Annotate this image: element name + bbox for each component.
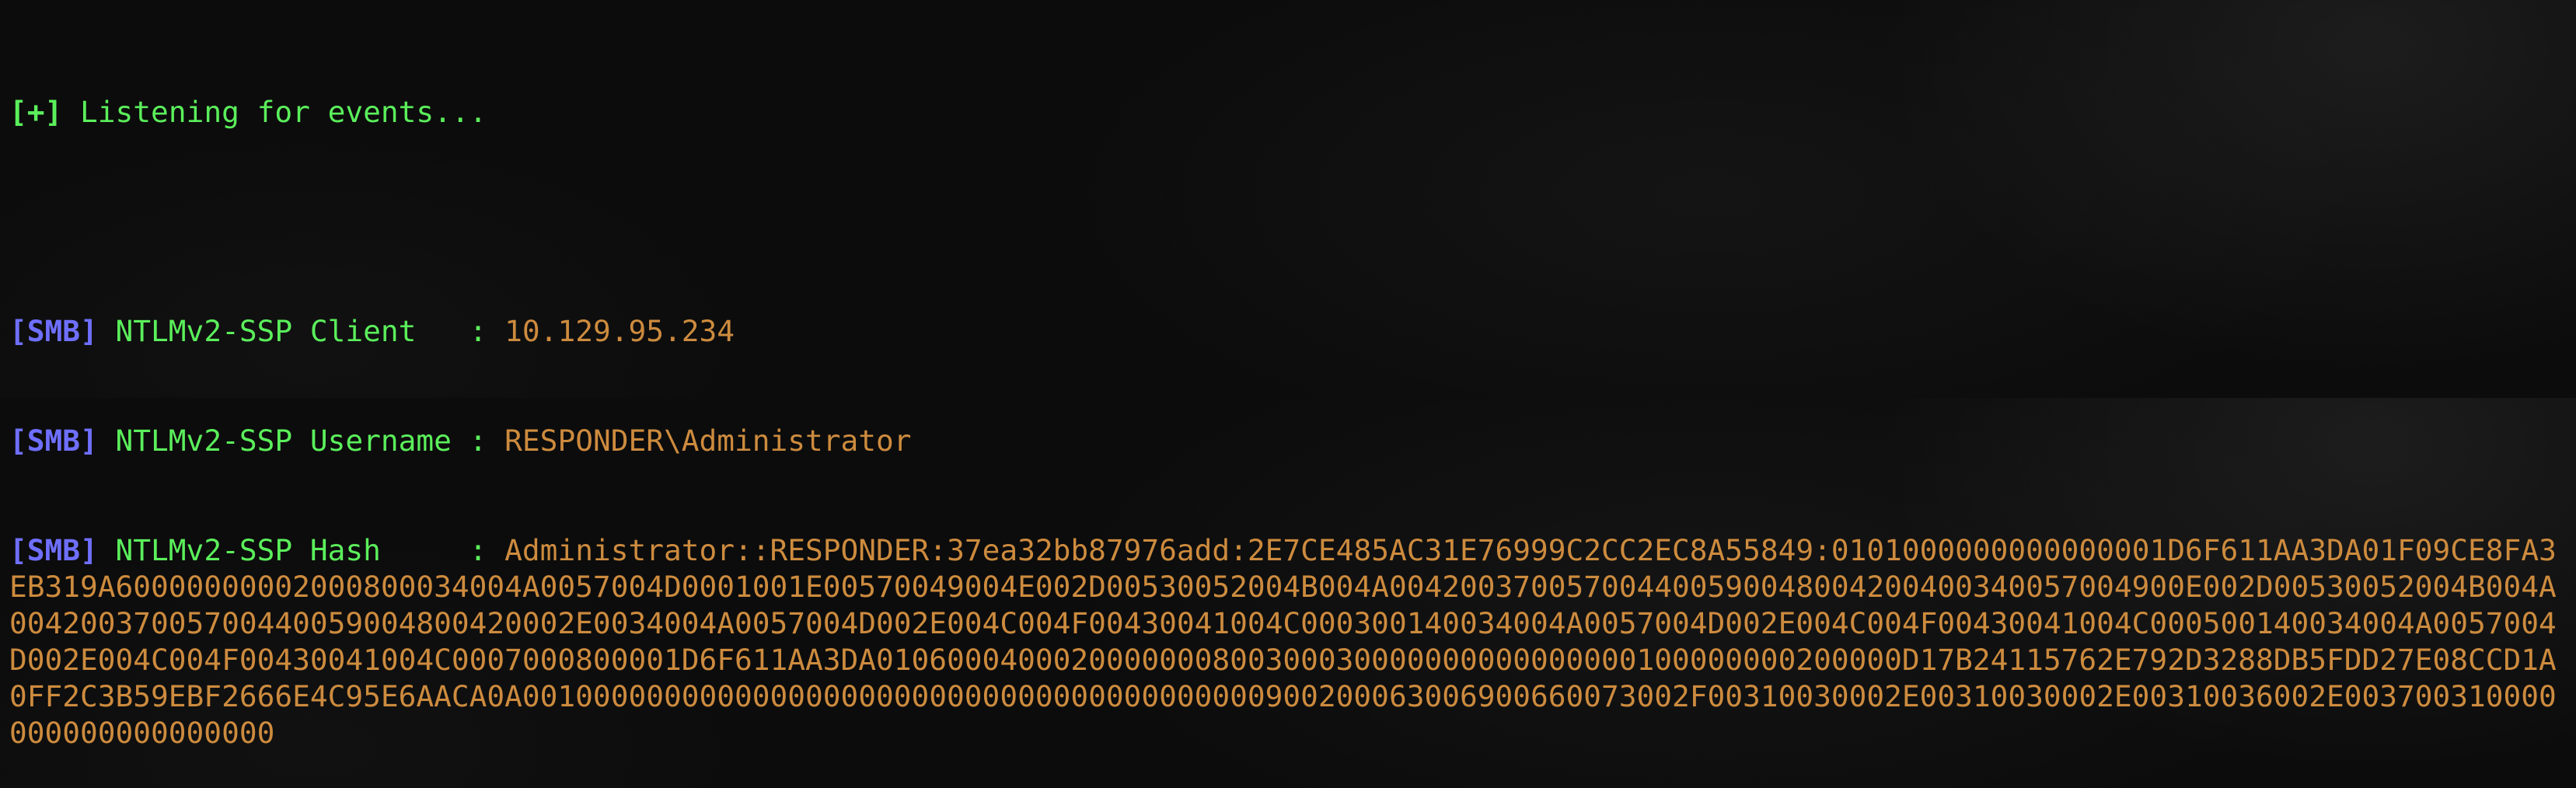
event-value-username: RESPONDER\Administrator — [504, 424, 912, 458]
event-label-client: NTLMv2-SSP Client : — [97, 314, 505, 348]
smb-tag: [SMB] — [9, 533, 98, 567]
smb-tag: [SMB] — [9, 424, 98, 458]
event-label-hash: NTLMv2-SSP Hash : — [97, 533, 505, 567]
status-line: [+] Listening for events... — [9, 94, 2567, 131]
status-text: Listening for events... — [62, 95, 487, 129]
event-line-client: [SMB] NTLMv2-SSP Client : 10.129.95.234 — [9, 313, 2567, 350]
status-tag: [+] — [9, 95, 63, 129]
event-line-hash: [SMB] NTLMv2-SSP Hash : Administrator::R… — [9, 532, 2567, 751]
terminal-output: [+] Listening for events... [SMB] NTLMv2… — [9, 21, 2567, 788]
event-value-client: 10.129.95.234 — [504, 314, 735, 348]
smb-tag: [SMB] — [9, 314, 98, 348]
event-label-username: NTLMv2-SSP Username : — [97, 424, 505, 458]
event-line-username: [SMB] NTLMv2-SSP Username : RESPONDER\Ad… — [9, 423, 2567, 459]
